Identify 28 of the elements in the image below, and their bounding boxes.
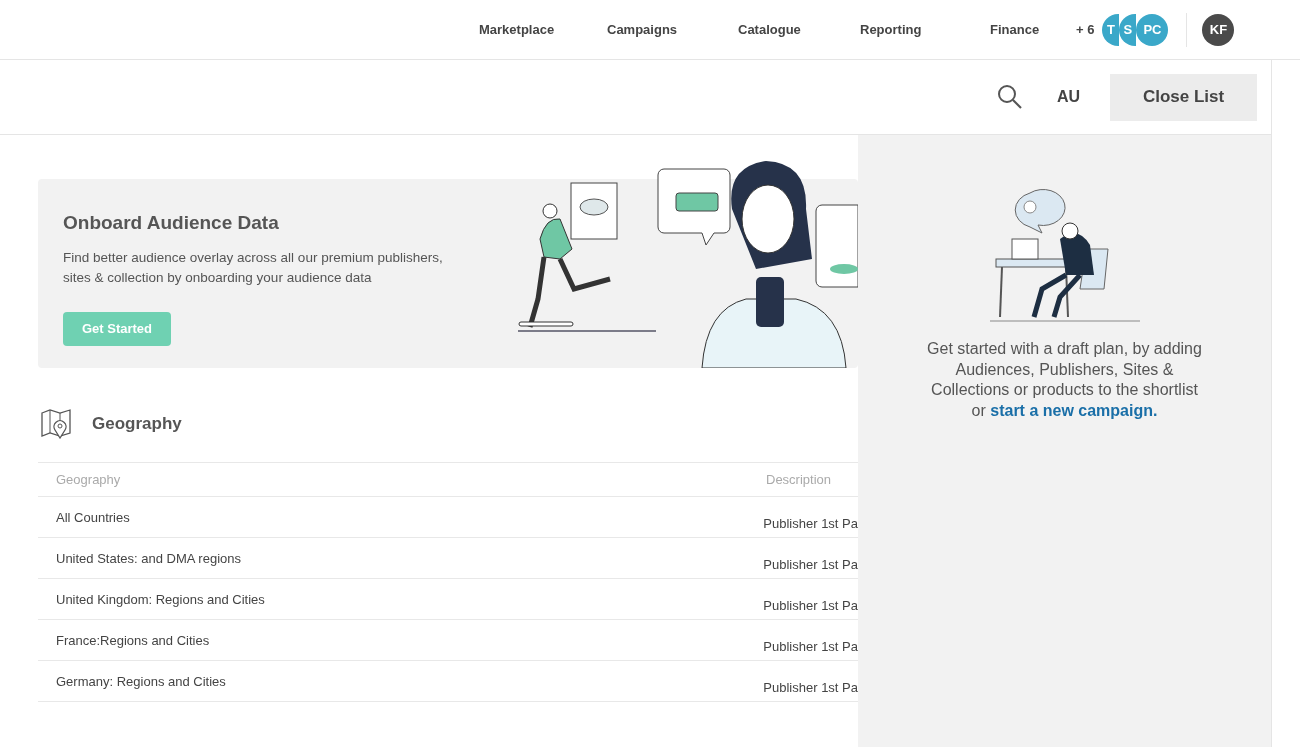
nav-link[interactable]: Finance (990, 19, 1070, 40)
table-cell-text: Publisher 1st Pa (763, 638, 858, 656)
table-cell-text: France:Regions and Cities (55, 632, 211, 650)
table-cell-text: Publisher 1st Pa (763, 597, 858, 615)
nav-link[interactable]: Catalogue (738, 19, 860, 40)
nav-link[interactable]: Reporting (860, 19, 990, 40)
table-cell-text: United Kingdom: Regions and Cities (55, 591, 266, 609)
column-header: Description (766, 470, 832, 489)
table-cell-text: Publisher 1st Pa (763, 679, 858, 697)
table-cell-text: United States: and DMA regions (55, 550, 242, 568)
banner-text: Find better audience overlay across all our premium publishers, sites & collection by onboarding your audience data (63, 248, 444, 287)
search-icon[interactable] (996, 84, 1023, 110)
table-cell-text: Publisher 1st Pa (763, 515, 858, 533)
shortlist-message: Get started with a draft plan, by adding Audiences, Publishers, Sites & Collections or products to the shortlist or start a new campaign. (926, 339, 1203, 421)
more-users-count[interactable]: + 6 (1076, 19, 1095, 40)
table-cell-text: All Countries (55, 509, 131, 527)
region-selector[interactable]: AU (1056, 85, 1080, 109)
nav-link[interactable]: Marketplace (479, 19, 607, 40)
column-header: Geography (55, 470, 122, 489)
new-campaign-link[interactable]: start a new campaign. (990, 401, 1158, 419)
user-avatar[interactable]: KF (1202, 13, 1235, 46)
map-pin-icon (40, 409, 72, 439)
table-cell-text: Publisher 1st Pa (763, 556, 858, 574)
section-title: Geography (92, 413, 182, 436)
close-list-button[interactable]: Close List (1110, 73, 1257, 121)
nav-link[interactable]: Campaigns (607, 19, 738, 40)
table-cell-text: Germany: Regions and Cities (55, 673, 227, 691)
banner-title: Onboard Audience Data (63, 211, 280, 235)
